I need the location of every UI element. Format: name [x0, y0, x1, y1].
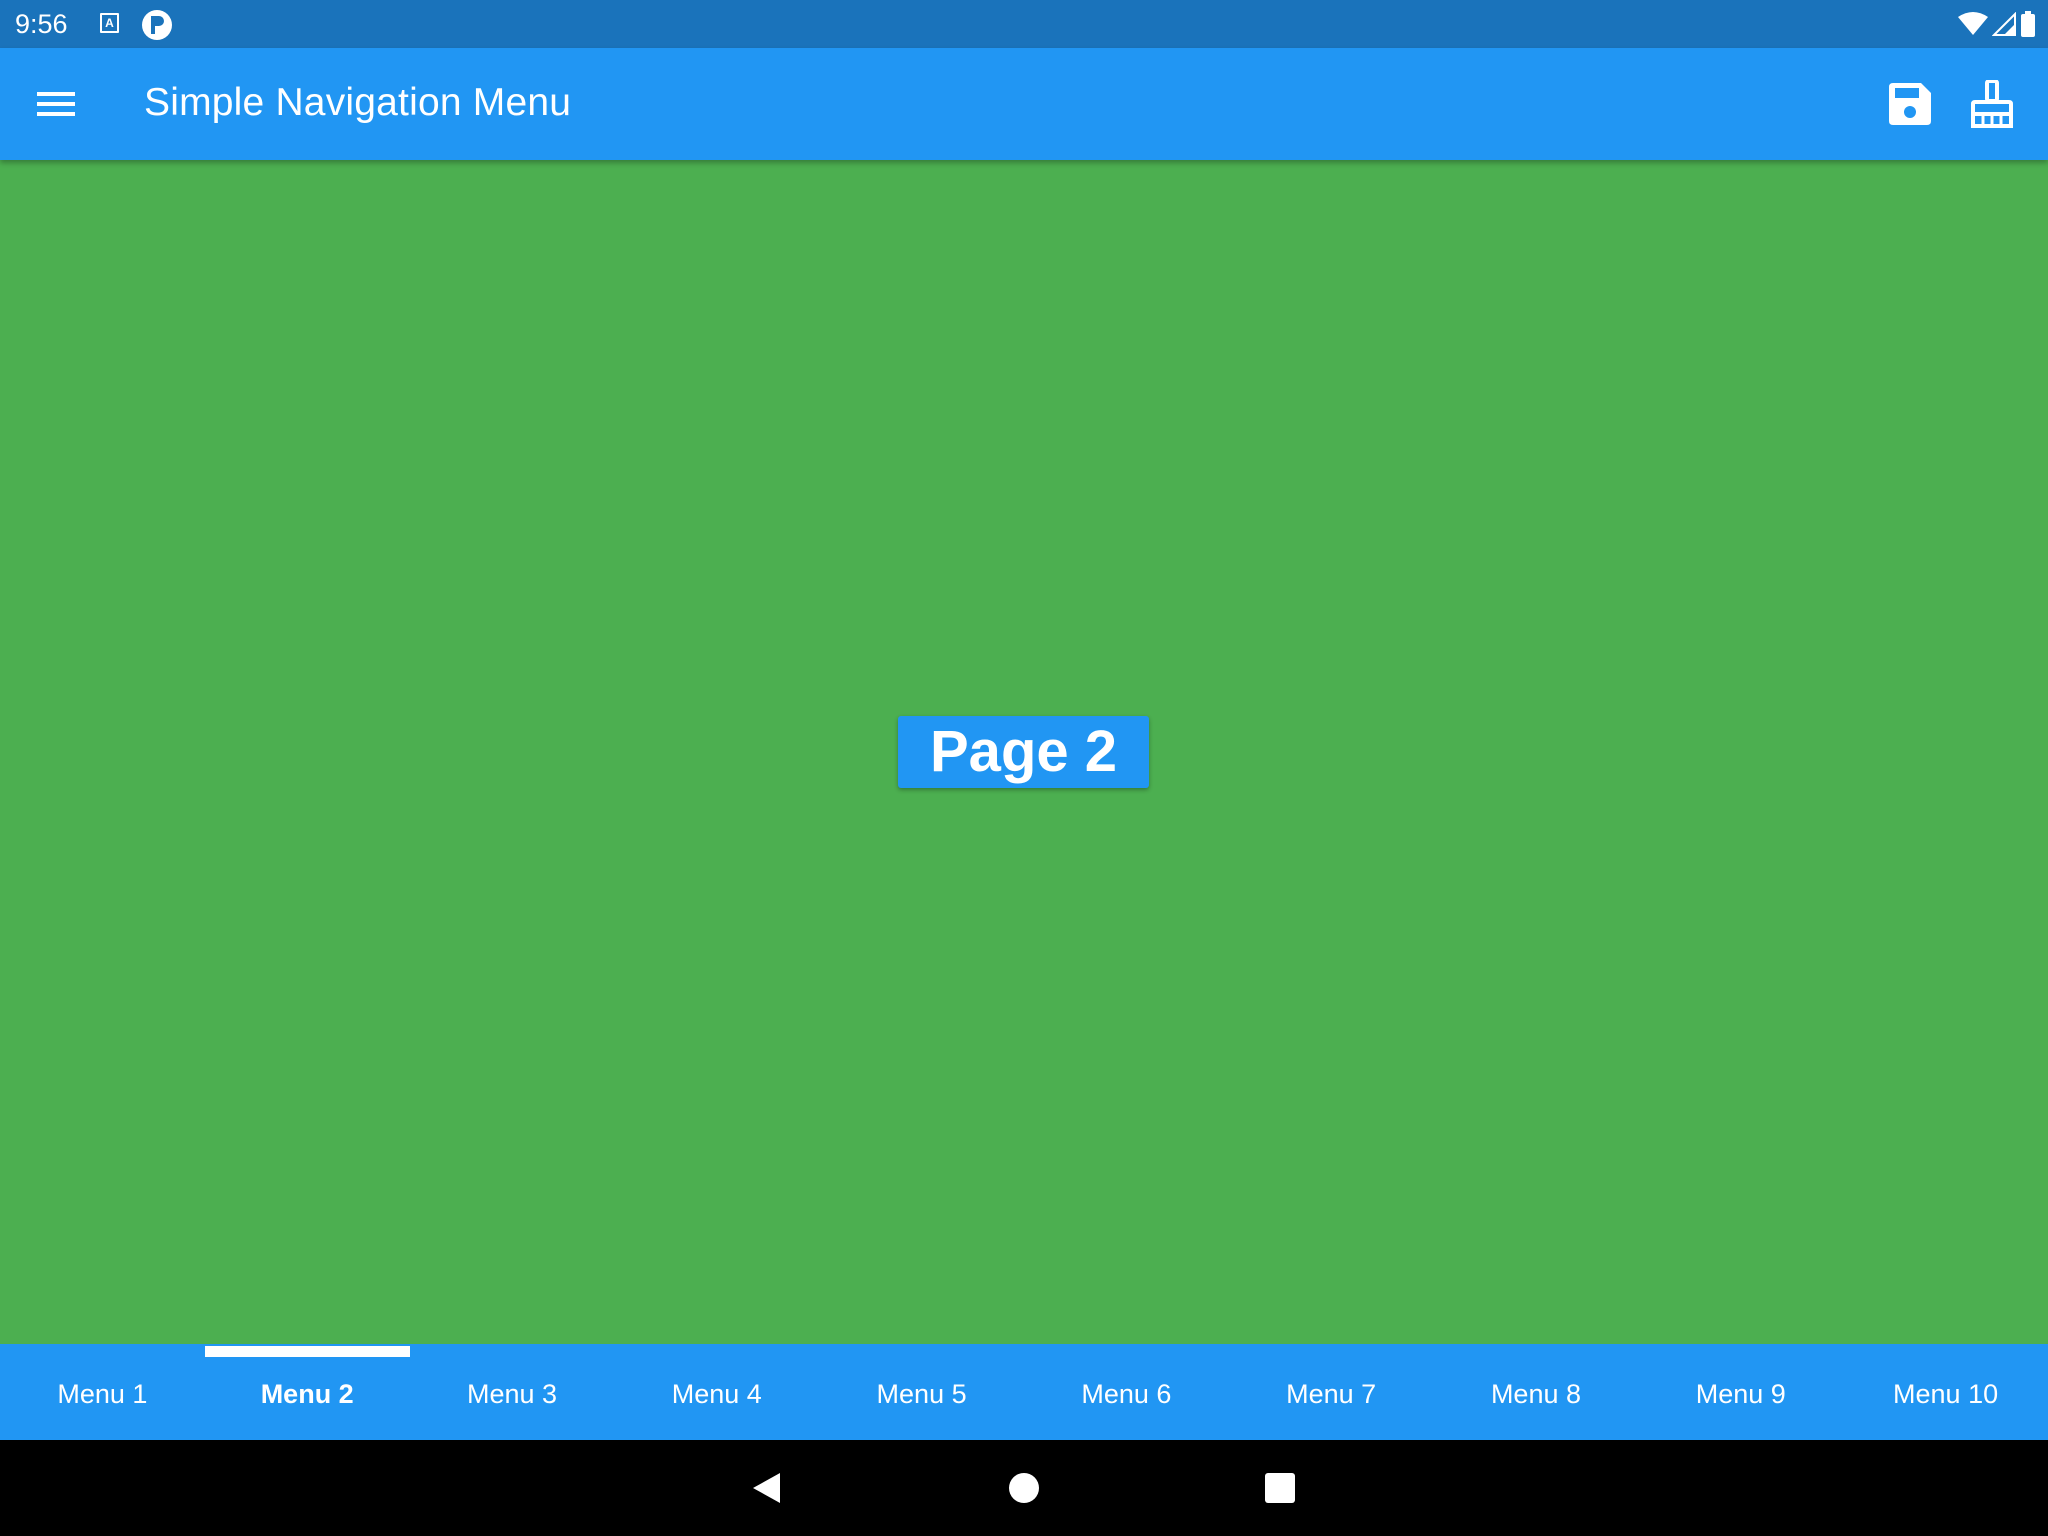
tab-menu-5[interactable]: Menu 5 [819, 1344, 1024, 1440]
tab-menu-3[interactable]: Menu 3 [410, 1344, 615, 1440]
save-icon [1889, 83, 1931, 125]
menu-button[interactable] [28, 76, 84, 132]
bottom-tab-bar: Menu 1 Menu 2 Menu 3 Menu 4 Menu 5 Menu … [0, 1344, 2048, 1440]
battery-icon [2021, 11, 2035, 37]
page-label: Page 2 [898, 716, 1149, 788]
app-title: Simple Navigation Menu [144, 81, 572, 124]
tab-menu-1[interactable]: Menu 1 [0, 1344, 205, 1440]
home-icon[interactable] [1009, 1473, 1039, 1503]
tab-menu-9[interactable]: Menu 9 [1638, 1344, 1843, 1440]
tab-menu-6[interactable]: Menu 6 [1024, 1344, 1229, 1440]
tab-menu-7[interactable]: Menu 7 [1229, 1344, 1434, 1440]
app-bar: Simple Navigation Menu [0, 48, 2048, 160]
menu-icon [37, 92, 75, 116]
p-app-icon [142, 10, 172, 40]
tab-menu-4[interactable]: Menu 4 [614, 1344, 819, 1440]
keyboard-a-icon: A [100, 13, 119, 33]
recent-apps-icon[interactable] [1265, 1473, 1295, 1503]
tab-menu-8[interactable]: Menu 8 [1434, 1344, 1639, 1440]
tab-menu-10[interactable]: Menu 10 [1843, 1344, 2048, 1440]
status-right-icons [1958, 11, 2036, 37]
clean-button[interactable] [1962, 74, 2022, 134]
signal-icon [1992, 12, 2016, 36]
system-nav-bar [0, 1440, 2048, 1536]
status-time: 9:56 [15, 9, 68, 39]
wifi-icon [1958, 12, 1988, 35]
status-bar: 9:56 A [0, 0, 2048, 48]
save-button[interactable] [1880, 74, 1940, 134]
tab-menu-2[interactable]: Menu 2 [204, 1344, 410, 1440]
back-icon[interactable] [750, 1470, 786, 1506]
clean-icon [1971, 80, 2013, 128]
svg-text:A: A [105, 16, 114, 30]
